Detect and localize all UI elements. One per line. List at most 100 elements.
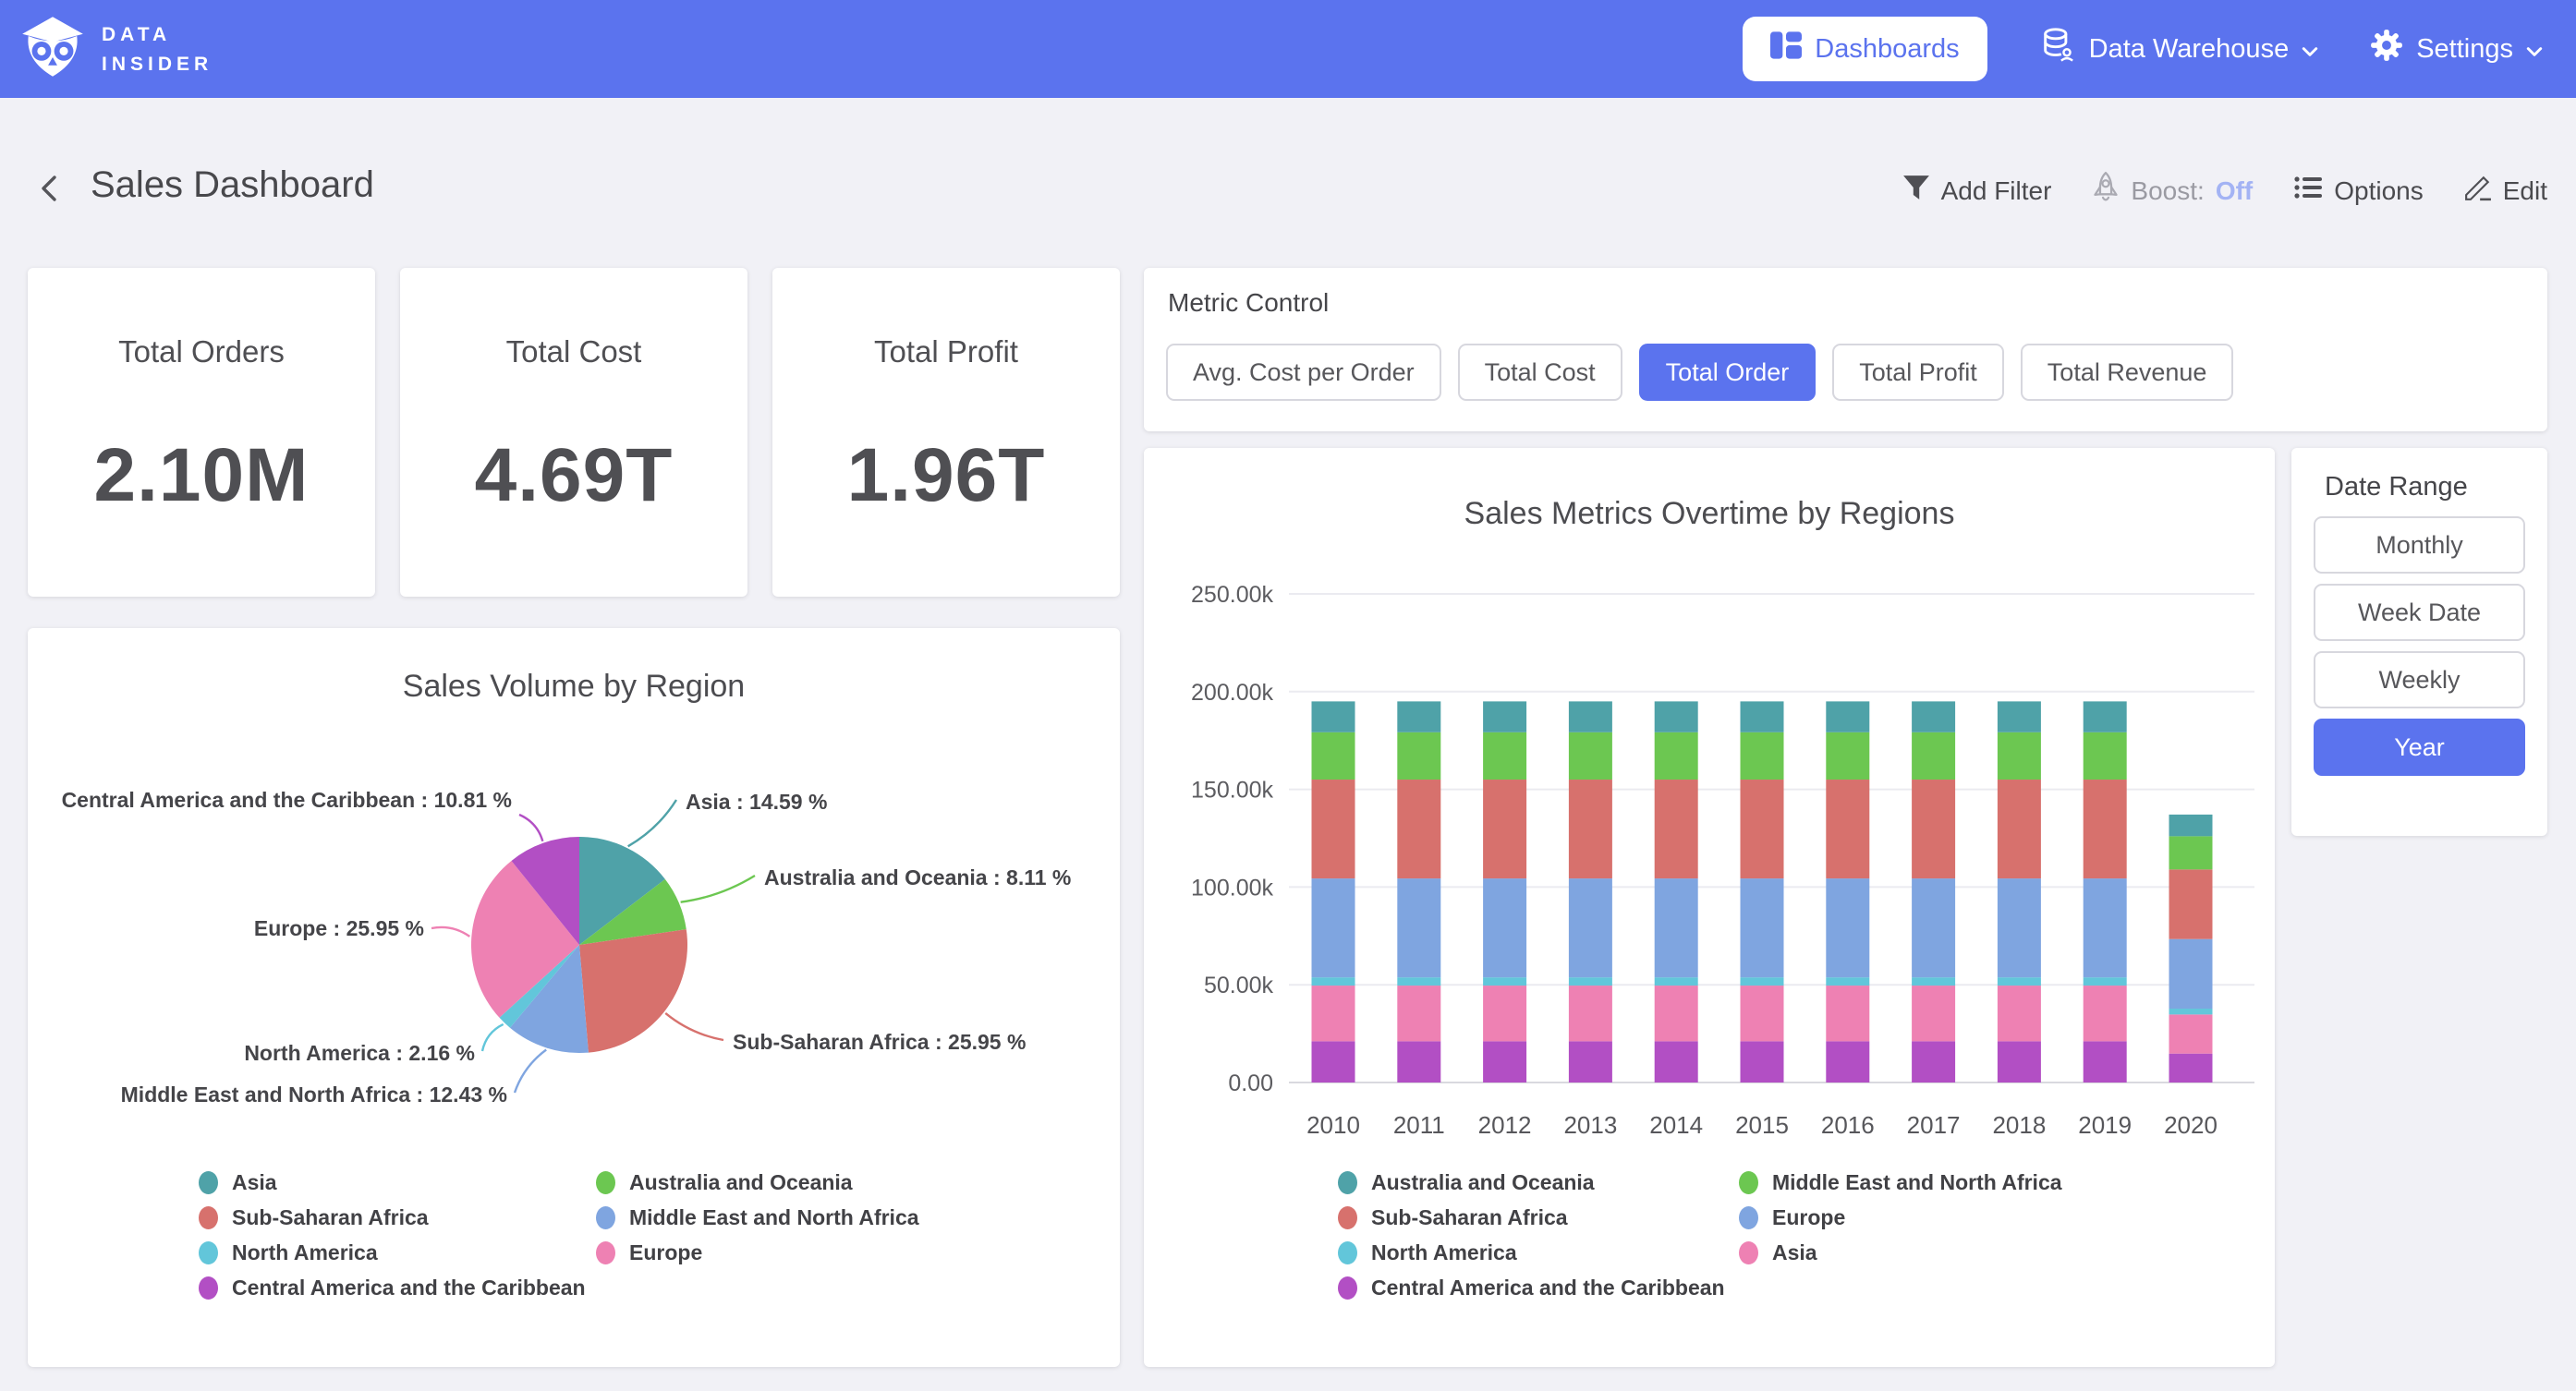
nav-settings-button[interactable]: Settings: [2370, 29, 2543, 69]
bar-segment[interactable]: [1912, 986, 1955, 1041]
bar-segment[interactable]: [2169, 815, 2213, 836]
bar-segment[interactable]: [1569, 977, 1612, 986]
bar-segment[interactable]: [2169, 869, 2213, 938]
metric-control-option[interactable]: Avg. Cost per Order: [1166, 344, 1441, 401]
bar-segment[interactable]: [1397, 1041, 1440, 1083]
bar-segment[interactable]: [2084, 878, 2127, 977]
legend-item[interactable]: Sub-Saharan Africa: [1338, 1204, 1725, 1231]
bar-segment[interactable]: [1655, 732, 1698, 780]
bar-segment[interactable]: [1741, 986, 1784, 1041]
bar-segment[interactable]: [1741, 732, 1784, 780]
bar-segment[interactable]: [1569, 701, 1612, 732]
bar-segment[interactable]: [2084, 701, 2127, 732]
bar-segment[interactable]: [1312, 701, 1355, 732]
date-range-option[interactable]: Monthly: [2314, 516, 2525, 574]
bar-segment[interactable]: [1998, 732, 2041, 780]
bar-segment[interactable]: [1655, 780, 1698, 878]
pie-slice[interactable]: [579, 929, 687, 1052]
legend-item[interactable]: Europe: [596, 1240, 919, 1266]
legend-item[interactable]: Middle East and North Africa: [596, 1204, 919, 1231]
bar-segment[interactable]: [1312, 1041, 1355, 1083]
bar-segment[interactable]: [2169, 1009, 2213, 1014]
bar-segment[interactable]: [1312, 986, 1355, 1041]
add-filter-button[interactable]: Add Filter: [1902, 174, 2052, 208]
bar-segment[interactable]: [1397, 986, 1440, 1041]
bar-segment[interactable]: [1826, 1041, 1869, 1083]
bar-segment[interactable]: [1483, 977, 1526, 986]
legend-item[interactable]: North America: [199, 1240, 586, 1266]
bar-segment[interactable]: [1312, 878, 1355, 977]
bar-segment[interactable]: [1912, 977, 1955, 986]
bar-segment[interactable]: [2084, 1041, 2127, 1083]
bar-segment[interactable]: [1312, 732, 1355, 780]
bar-segment[interactable]: [1483, 732, 1526, 780]
edit-button[interactable]: Edit: [2464, 174, 2547, 208]
options-button[interactable]: Options: [2293, 174, 2424, 208]
bar-segment[interactable]: [1569, 732, 1612, 780]
bar-segment[interactable]: [1397, 977, 1440, 986]
bar-segment[interactable]: [1312, 977, 1355, 986]
bar-segment[interactable]: [1397, 701, 1440, 732]
bar-segment[interactable]: [2084, 986, 2127, 1041]
bar-segment[interactable]: [2084, 732, 2127, 780]
bar-segment[interactable]: [1998, 986, 2041, 1041]
bar-segment[interactable]: [1912, 701, 1955, 732]
bar-segment[interactable]: [1397, 732, 1440, 780]
date-range-option[interactable]: Week Date: [2314, 584, 2525, 641]
bar-segment[interactable]: [1912, 1041, 1955, 1083]
bar-segment[interactable]: [1569, 1041, 1612, 1083]
nav-data-warehouse-button[interactable]: Data Warehouse: [2039, 27, 2319, 71]
metric-control-option[interactable]: Total Order: [1639, 344, 1817, 401]
bar-segment[interactable]: [1826, 986, 1869, 1041]
bar-segment[interactable]: [1569, 780, 1612, 878]
date-range-option[interactable]: Weekly: [2314, 651, 2525, 708]
bar-segment[interactable]: [1998, 1041, 2041, 1083]
bar-segment[interactable]: [1912, 732, 1955, 780]
bar-segment[interactable]: [1826, 780, 1869, 878]
legend-item[interactable]: North America: [1338, 1240, 1725, 1266]
metric-control-option[interactable]: Total Revenue: [2021, 344, 2234, 401]
bar-segment[interactable]: [1826, 878, 1869, 977]
bar-segment[interactable]: [1397, 780, 1440, 878]
bar-segment[interactable]: [1483, 878, 1526, 977]
metric-control-option[interactable]: Total Profit: [1832, 344, 2004, 401]
bar-segment[interactable]: [1655, 1041, 1698, 1083]
legend-item[interactable]: Central America and the Caribbean: [199, 1275, 586, 1301]
bar-segment[interactable]: [1569, 986, 1612, 1041]
bar-segment[interactable]: [1569, 878, 1612, 977]
metric-control-option[interactable]: Total Cost: [1458, 344, 1622, 401]
bar-segment[interactable]: [2084, 977, 2127, 986]
bar-segment[interactable]: [2084, 780, 2127, 878]
legend-item[interactable]: Australia and Oceania: [596, 1169, 919, 1196]
bar-segment[interactable]: [1998, 780, 2041, 878]
bar-segment[interactable]: [1912, 878, 1955, 977]
date-range-option[interactable]: Year: [2314, 719, 2525, 776]
legend-item[interactable]: Middle East and North Africa: [1739, 1169, 2062, 1196]
bar-segment[interactable]: [1826, 732, 1869, 780]
brand[interactable]: DATAINSIDER: [20, 15, 213, 84]
back-button[interactable]: [31, 170, 68, 207]
legend-item[interactable]: Australia and Oceania: [1338, 1169, 1725, 1196]
bar-segment[interactable]: [2169, 939, 2213, 1009]
bar-segment[interactable]: [1483, 780, 1526, 878]
bar-segment[interactable]: [2169, 1054, 2213, 1083]
bar-segment[interactable]: [1998, 701, 2041, 732]
boost-toggle[interactable]: Boost: Off: [2092, 172, 2253, 210]
bar-segment[interactable]: [1483, 986, 1526, 1041]
bar-segment[interactable]: [1655, 986, 1698, 1041]
bar-segment[interactable]: [1741, 701, 1784, 732]
bar-segment[interactable]: [1998, 977, 2041, 986]
legend-item[interactable]: Asia: [199, 1169, 586, 1196]
bar-segment[interactable]: [1312, 780, 1355, 878]
bar-segment[interactable]: [1397, 878, 1440, 977]
bar-segment[interactable]: [1483, 701, 1526, 732]
bar-segment[interactable]: [1826, 977, 1869, 986]
bar-segment[interactable]: [1741, 878, 1784, 977]
bar-segment[interactable]: [1741, 1041, 1784, 1083]
legend-item[interactable]: Central America and the Caribbean: [1338, 1275, 1725, 1301]
bar-segment[interactable]: [1998, 878, 2041, 977]
bar-segment[interactable]: [2169, 1014, 2213, 1053]
bar-segment[interactable]: [1655, 878, 1698, 977]
bar-segment[interactable]: [1655, 977, 1698, 986]
bar-segment[interactable]: [1826, 701, 1869, 732]
